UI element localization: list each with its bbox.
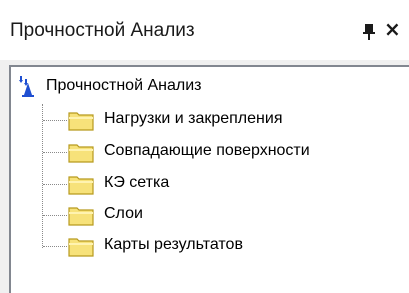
tree-item-matching-surfaces[interactable]: Совпадающие поверхности: [104, 142, 310, 160]
folder-icon: [68, 238, 94, 257]
tree-connector: [43, 120, 67, 122]
folder-icon: [68, 112, 94, 131]
tree-item-loads[interactable]: Нагрузки и закрепления: [104, 110, 282, 128]
strength-analysis-panel: Прочностной Анализ × Прочностной Анализ …: [0, 0, 409, 293]
panel-title: Прочностной Анализ: [10, 20, 195, 41]
folder-icon: [68, 144, 94, 163]
tree-item-result-maps[interactable]: Карты результатов: [104, 236, 243, 254]
tree-root-label[interactable]: Прочностной Анализ: [46, 77, 201, 95]
close-icon[interactable]: ×: [384, 17, 401, 41]
analysis-root-icon: [19, 76, 34, 97]
tree-connector-vertical: [42, 104, 44, 248]
tree-connector: [43, 215, 67, 217]
folder-icon: [68, 207, 94, 226]
tree-connector: [43, 184, 67, 186]
pin-icon[interactable]: [360, 22, 378, 42]
folder-icon: [68, 176, 94, 195]
tree-item-layers[interactable]: Слои: [104, 205, 143, 223]
tree-connector: [43, 152, 67, 154]
panel-titlebar: Прочностной Анализ ×: [0, 0, 409, 60]
tree-item-fe-mesh[interactable]: КЭ сетка: [104, 174, 169, 192]
tree-connector: [43, 246, 67, 248]
